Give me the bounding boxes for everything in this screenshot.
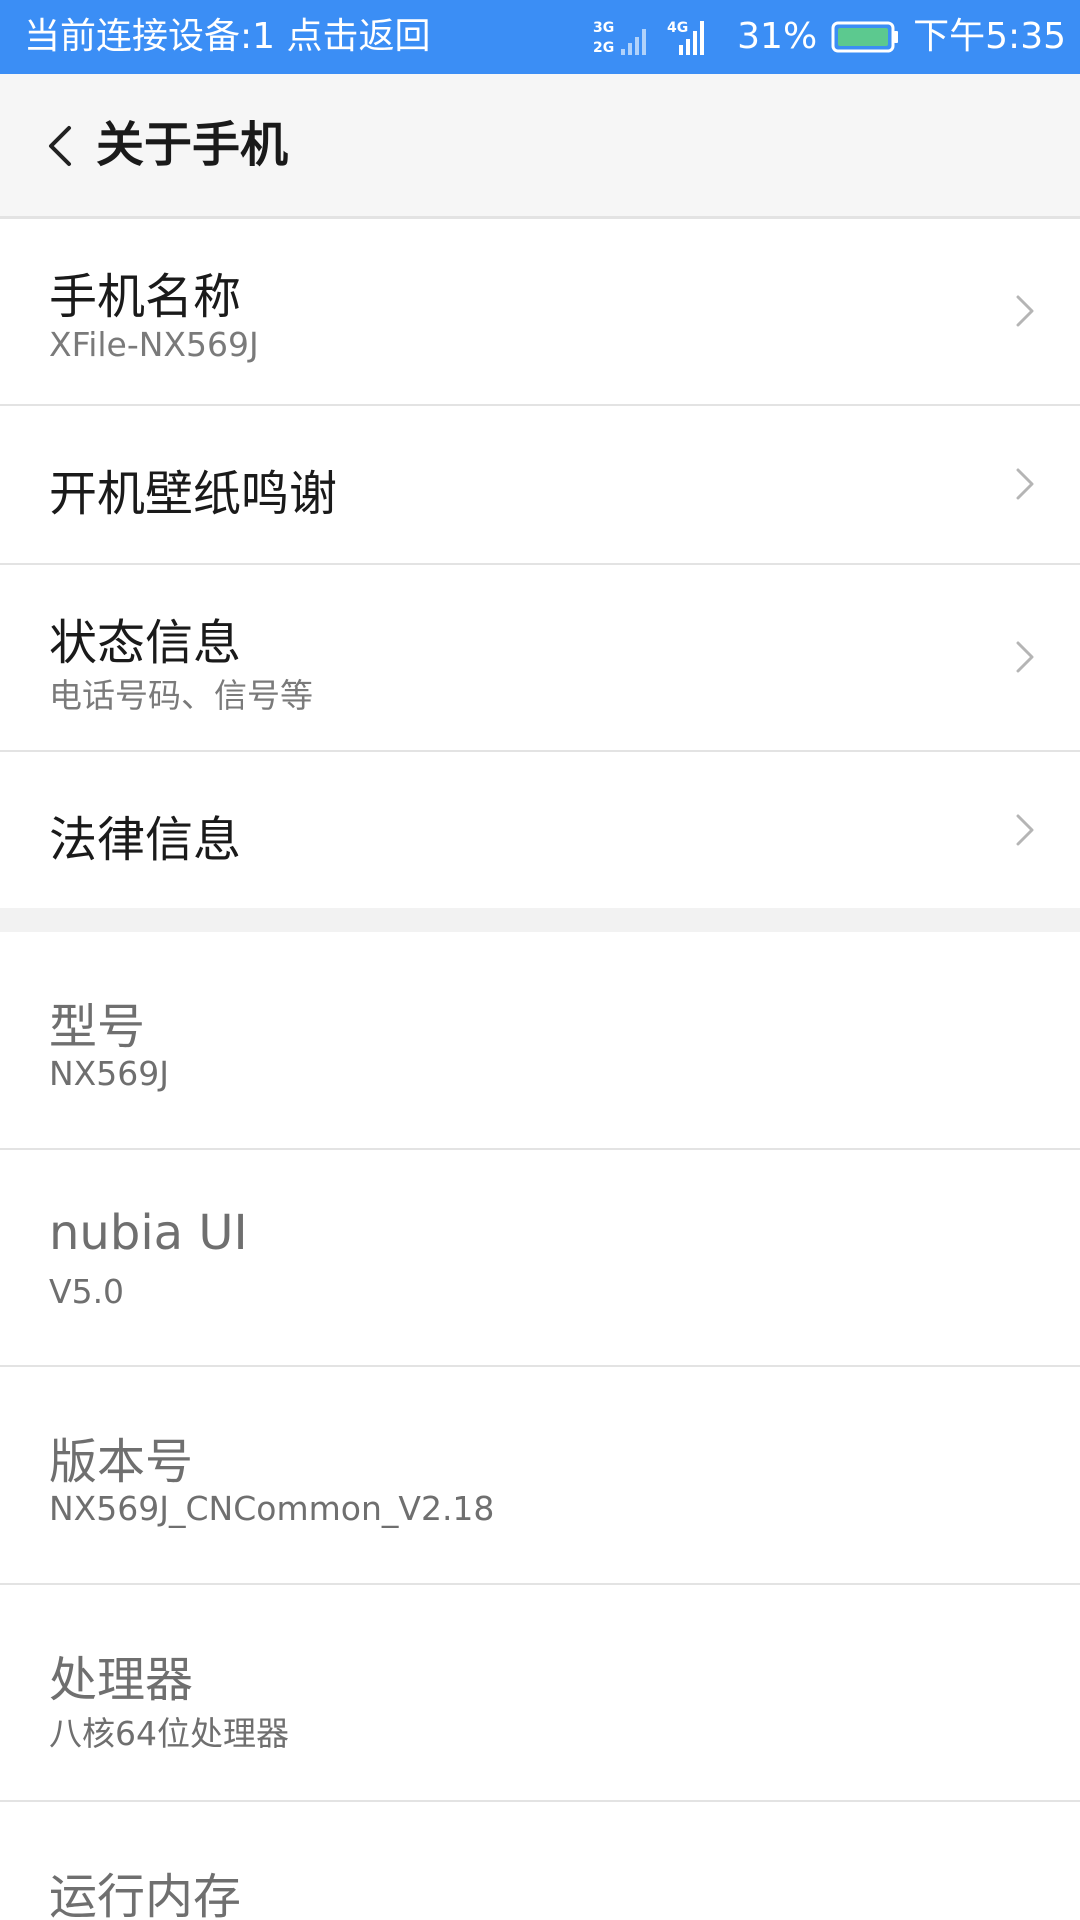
info-item-title: 版本号	[49, 1434, 194, 1490]
chevron-right-icon	[1016, 814, 1034, 846]
info-item-title: nubia UI	[49, 1205, 248, 1261]
info-item-title: 处理器	[49, 1652, 194, 1708]
signal-4g-icon: 4G	[667, 20, 705, 55]
list-item-legal-info[interactable]: 法律信息	[0, 752, 1080, 910]
list-item-title: 法律信息	[49, 812, 242, 868]
list-item-title: 状态信息	[49, 615, 242, 671]
list-item-phone-name[interactable]: 手机名称 XFile-NX569J	[0, 219, 1080, 406]
info-item-title: 运行内存	[49, 1869, 242, 1920]
list-item-title: 开机壁纸鸣谢	[49, 466, 338, 522]
info-item-value: V5.0	[49, 1272, 125, 1311]
about-phone-screen: 当前连接设备:1 点击返回 3G 2G 4G 31% 下午5:35 关于手机 手…	[0, 0, 1080, 1920]
page-title: 关于手机	[96, 117, 289, 173]
chevron-right-icon	[1016, 468, 1034, 500]
svg-text:2G: 2G	[593, 40, 614, 56]
info-item-title: 型号	[49, 999, 146, 1055]
status-icons: 3G 2G 4G 31% 下午5:35	[593, 0, 1066, 74]
info-item-model: 型号 NX569J	[0, 932, 1080, 1150]
connection-status-text[interactable]: 当前连接设备:1 点击返回	[24, 0, 430, 74]
status-bar: 当前连接设备:1 点击返回 3G 2G 4G 31% 下午5:35	[0, 0, 1080, 74]
network-3g-2g-icon: 3G 2G	[593, 20, 647, 56]
info-item-ram: 运行内存	[0, 1802, 1080, 1920]
battery-percent: 31%	[737, 16, 818, 57]
info-item-processor: 处理器 八核64位处理器	[0, 1585, 1080, 1802]
page-header: 关于手机	[0, 74, 1080, 219]
list-item-subtitle: 电话号码、信号等	[49, 676, 313, 715]
svg-text:4G: 4G	[667, 20, 688, 36]
list-item-subtitle: XFile-NX569J	[49, 325, 259, 364]
info-item-value: NX569J	[49, 1054, 170, 1093]
chevron-left-icon	[49, 126, 71, 166]
battery-icon	[831, 21, 899, 53]
back-button[interactable]	[34, 110, 86, 182]
section-divider	[0, 908, 1080, 932]
battery-level-fill	[838, 28, 889, 46]
info-item-value: NX569J_CNCommon_V2.18	[49, 1489, 495, 1528]
info-item-build-number[interactable]: 版本号 NX569J_CNCommon_V2.18	[0, 1367, 1080, 1585]
info-item-value: 八核64位处理器	[49, 1714, 289, 1753]
info-item-ui-version: nubia UI V5.0	[0, 1150, 1080, 1367]
list-item-wallpaper-credits[interactable]: 开机壁纸鸣谢	[0, 406, 1080, 565]
list-item-title: 手机名称	[49, 269, 242, 325]
list-item-status-info[interactable]: 状态信息 电话号码、信号等	[0, 565, 1080, 752]
chevron-right-icon	[1016, 641, 1034, 673]
chevron-right-icon	[1016, 295, 1034, 327]
clock: 下午5:35	[913, 16, 1066, 57]
svg-text:3G: 3G	[593, 20, 614, 36]
